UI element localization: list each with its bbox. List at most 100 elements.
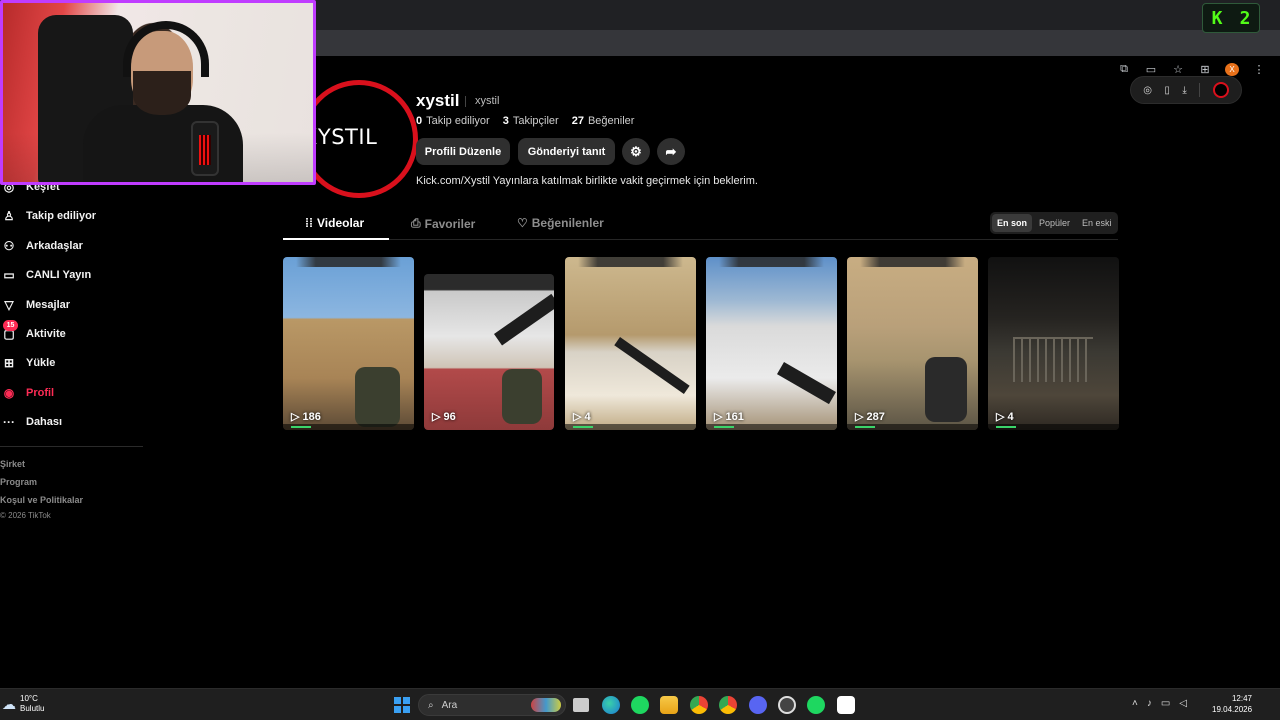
upload-plus-icon: ⊞ [3, 356, 15, 370]
microphone-icon[interactable]: ♪ [1147, 698, 1152, 709]
phone-icon[interactable]: ▯ [1164, 85, 1170, 96]
play-icon: ▷ [996, 411, 1005, 423]
profile-avatar[interactable]: XYSTIL [300, 80, 418, 198]
sidebar-item-label: Takip ediliyor [26, 210, 97, 222]
tab-videos[interactable]: ⁞⁞ Videolar [305, 216, 364, 230]
video-card[interactable]: ▷ 4 [988, 257, 1119, 430]
start-button[interactable] [394, 697, 410, 713]
video-view-count: 186 [302, 410, 321, 423]
sidebar-item-messages[interactable]: ▽ Mesajlar [0, 294, 70, 316]
compass-icon[interactable]: ◎ [1143, 85, 1152, 96]
browser-menu-icon[interactable]: ⋮ [1252, 63, 1266, 76]
weather-condition: Bulutlu [20, 704, 45, 713]
sidebar-item-activity[interactable]: ▢ 15 Aktivite [0, 320, 66, 345]
live-tv-icon: ▭ [3, 268, 15, 282]
video-card[interactable]: ▷ 96 [424, 274, 554, 430]
edge-icon[interactable] [602, 696, 620, 714]
weather-widget[interactable]: ☁ 10°C Bulutlu [2, 694, 44, 714]
microphone [191, 121, 219, 176]
profile-username: xystil [416, 91, 460, 110]
spotify-secondary-icon[interactable] [807, 696, 825, 714]
profile-nickname: xystil [475, 95, 500, 107]
play-icon: ▷ [291, 411, 300, 423]
clock-date: 19.04.2026 [1212, 705, 1253, 714]
video-views: ▷ 161 [714, 410, 744, 424]
sort-popular[interactable]: Popüler [1034, 214, 1075, 232]
translate-icon[interactable]: ⧉ [1117, 63, 1131, 76]
sidebar-item-profile[interactable]: ◉ Profil [0, 382, 54, 404]
name-divider [465, 96, 466, 107]
extensions-icon[interactable]: ⊞ [1198, 63, 1212, 76]
sidebar-item-label: Yükle [26, 357, 56, 369]
sidebar-item-friends[interactable]: ⚇ Arkadaşlar [0, 235, 83, 257]
clock-time: 12:47 [1231, 694, 1252, 703]
followers-stat[interactable]: 3 Takipçiler [503, 115, 559, 127]
mini-avatar[interactable] [1212, 82, 1229, 98]
settings-button[interactable]: ⚙ [622, 138, 650, 165]
windows-taskbar: ☁ 10°C Bulutlu ⌕ Ara ˄ ♪ ▭ ◁ 12:47 19.04… [0, 688, 1280, 720]
video-card[interactable]: ▷ 4 [565, 257, 696, 430]
gear-icon: ⚙ [630, 143, 642, 159]
video-view-count: 161 [725, 410, 744, 423]
sidebar-item-label: Arkadaşlar [26, 240, 83, 252]
sidebar-item-following[interactable]: ♙ Takip ediliyor [0, 205, 96, 227]
video-card[interactable]: ▷ 161 [706, 257, 837, 430]
kick-logo-icon: K [1211, 7, 1223, 29]
search-icon: ⌕ [428, 699, 434, 711]
file-explorer-icon[interactable] [660, 696, 678, 714]
taskbar-clock[interactable]: 12:47 19.04.2026 [1212, 693, 1252, 715]
weather-temperature: 10°C [20, 694, 38, 703]
video-card[interactable]: ▷ 287 [847, 257, 978, 430]
profile-stats: 0 Takip ediliyor 3 Takipçiler 27 Beğeniler [416, 115, 634, 127]
game-progress [283, 424, 414, 430]
download-icon[interactable]: ⤓ [1182, 85, 1186, 96]
capcut-icon[interactable] [837, 696, 855, 714]
weather-text: 10°C Bulutlu [20, 694, 44, 714]
activity-badge: 15 [3, 320, 18, 331]
taskbar-search[interactable]: ⌕ Ara [418, 694, 566, 716]
game-progress [847, 424, 978, 430]
share-button[interactable]: ➦ [657, 138, 685, 165]
sort-switcher: En son Popüler En eski [990, 212, 1118, 234]
cloud-icon: ☁ [2, 695, 16, 712]
tab-favorites[interactable]: ⎙ Favoriler [411, 216, 475, 231]
sidebar-item-label: Profil [26, 387, 55, 399]
edit-profile-button[interactable]: Profili Düzenle [416, 138, 510, 165]
footer-company-link[interactable]: Şirket [0, 459, 25, 469]
chrome-profile-icon[interactable] [719, 696, 737, 714]
sidebar-item-more[interactable]: ··· Dahası [0, 411, 62, 433]
footer-program-link[interactable]: Program [0, 477, 37, 487]
sidebar-item-upload[interactable]: ⊞ Yükle [0, 352, 55, 374]
spotify-icon[interactable] [631, 696, 649, 714]
streamer-beard [133, 71, 191, 115]
sort-oldest[interactable]: En eski [1077, 214, 1117, 232]
network-icon[interactable]: ▭ [1161, 698, 1170, 709]
chrome-icon[interactable] [690, 696, 708, 714]
send-icon: ▽ [4, 298, 14, 312]
task-view-icon[interactable] [573, 698, 589, 712]
tabs-divider [283, 239, 1118, 240]
obs-icon[interactable] [778, 696, 796, 714]
tools-divider [1199, 83, 1201, 97]
bookmark-icon: ⎙ [411, 216, 421, 230]
bookmark-star-icon[interactable]: ☆ [1171, 63, 1185, 76]
video-card[interactable]: ▷ 186 [283, 257, 414, 430]
extension-avatar[interactable]: X [1225, 63, 1239, 76]
weapon [614, 337, 690, 394]
promote-post-button[interactable]: Gönderiyi tanıt [518, 138, 615, 165]
following-stat[interactable]: 0 Takip ediliyor [416, 115, 490, 127]
footer-terms-link[interactable]: Koşul ve Politikalar [0, 495, 83, 505]
discord-icon[interactable] [749, 696, 767, 714]
chevron-up-icon[interactable]: ˄ [1132, 698, 1138, 709]
sidebar-divider [0, 446, 143, 447]
likes-label: Beğeniler [587, 115, 635, 127]
sort-latest[interactable]: En son [992, 214, 1033, 232]
volume-icon[interactable]: ◁ [1179, 698, 1187, 709]
weapon [777, 362, 836, 405]
sidebar-item-live[interactable]: ▭ CANLI Yayın [0, 264, 91, 286]
more-dots-icon: ··· [3, 415, 15, 429]
sidebar-item-label: Dahası [26, 416, 63, 428]
tab-liked[interactable]: ♡ Beğenilenler [517, 216, 604, 230]
cast-icon[interactable]: ▭ [1144, 63, 1158, 76]
play-icon: ▷ [855, 411, 864, 423]
